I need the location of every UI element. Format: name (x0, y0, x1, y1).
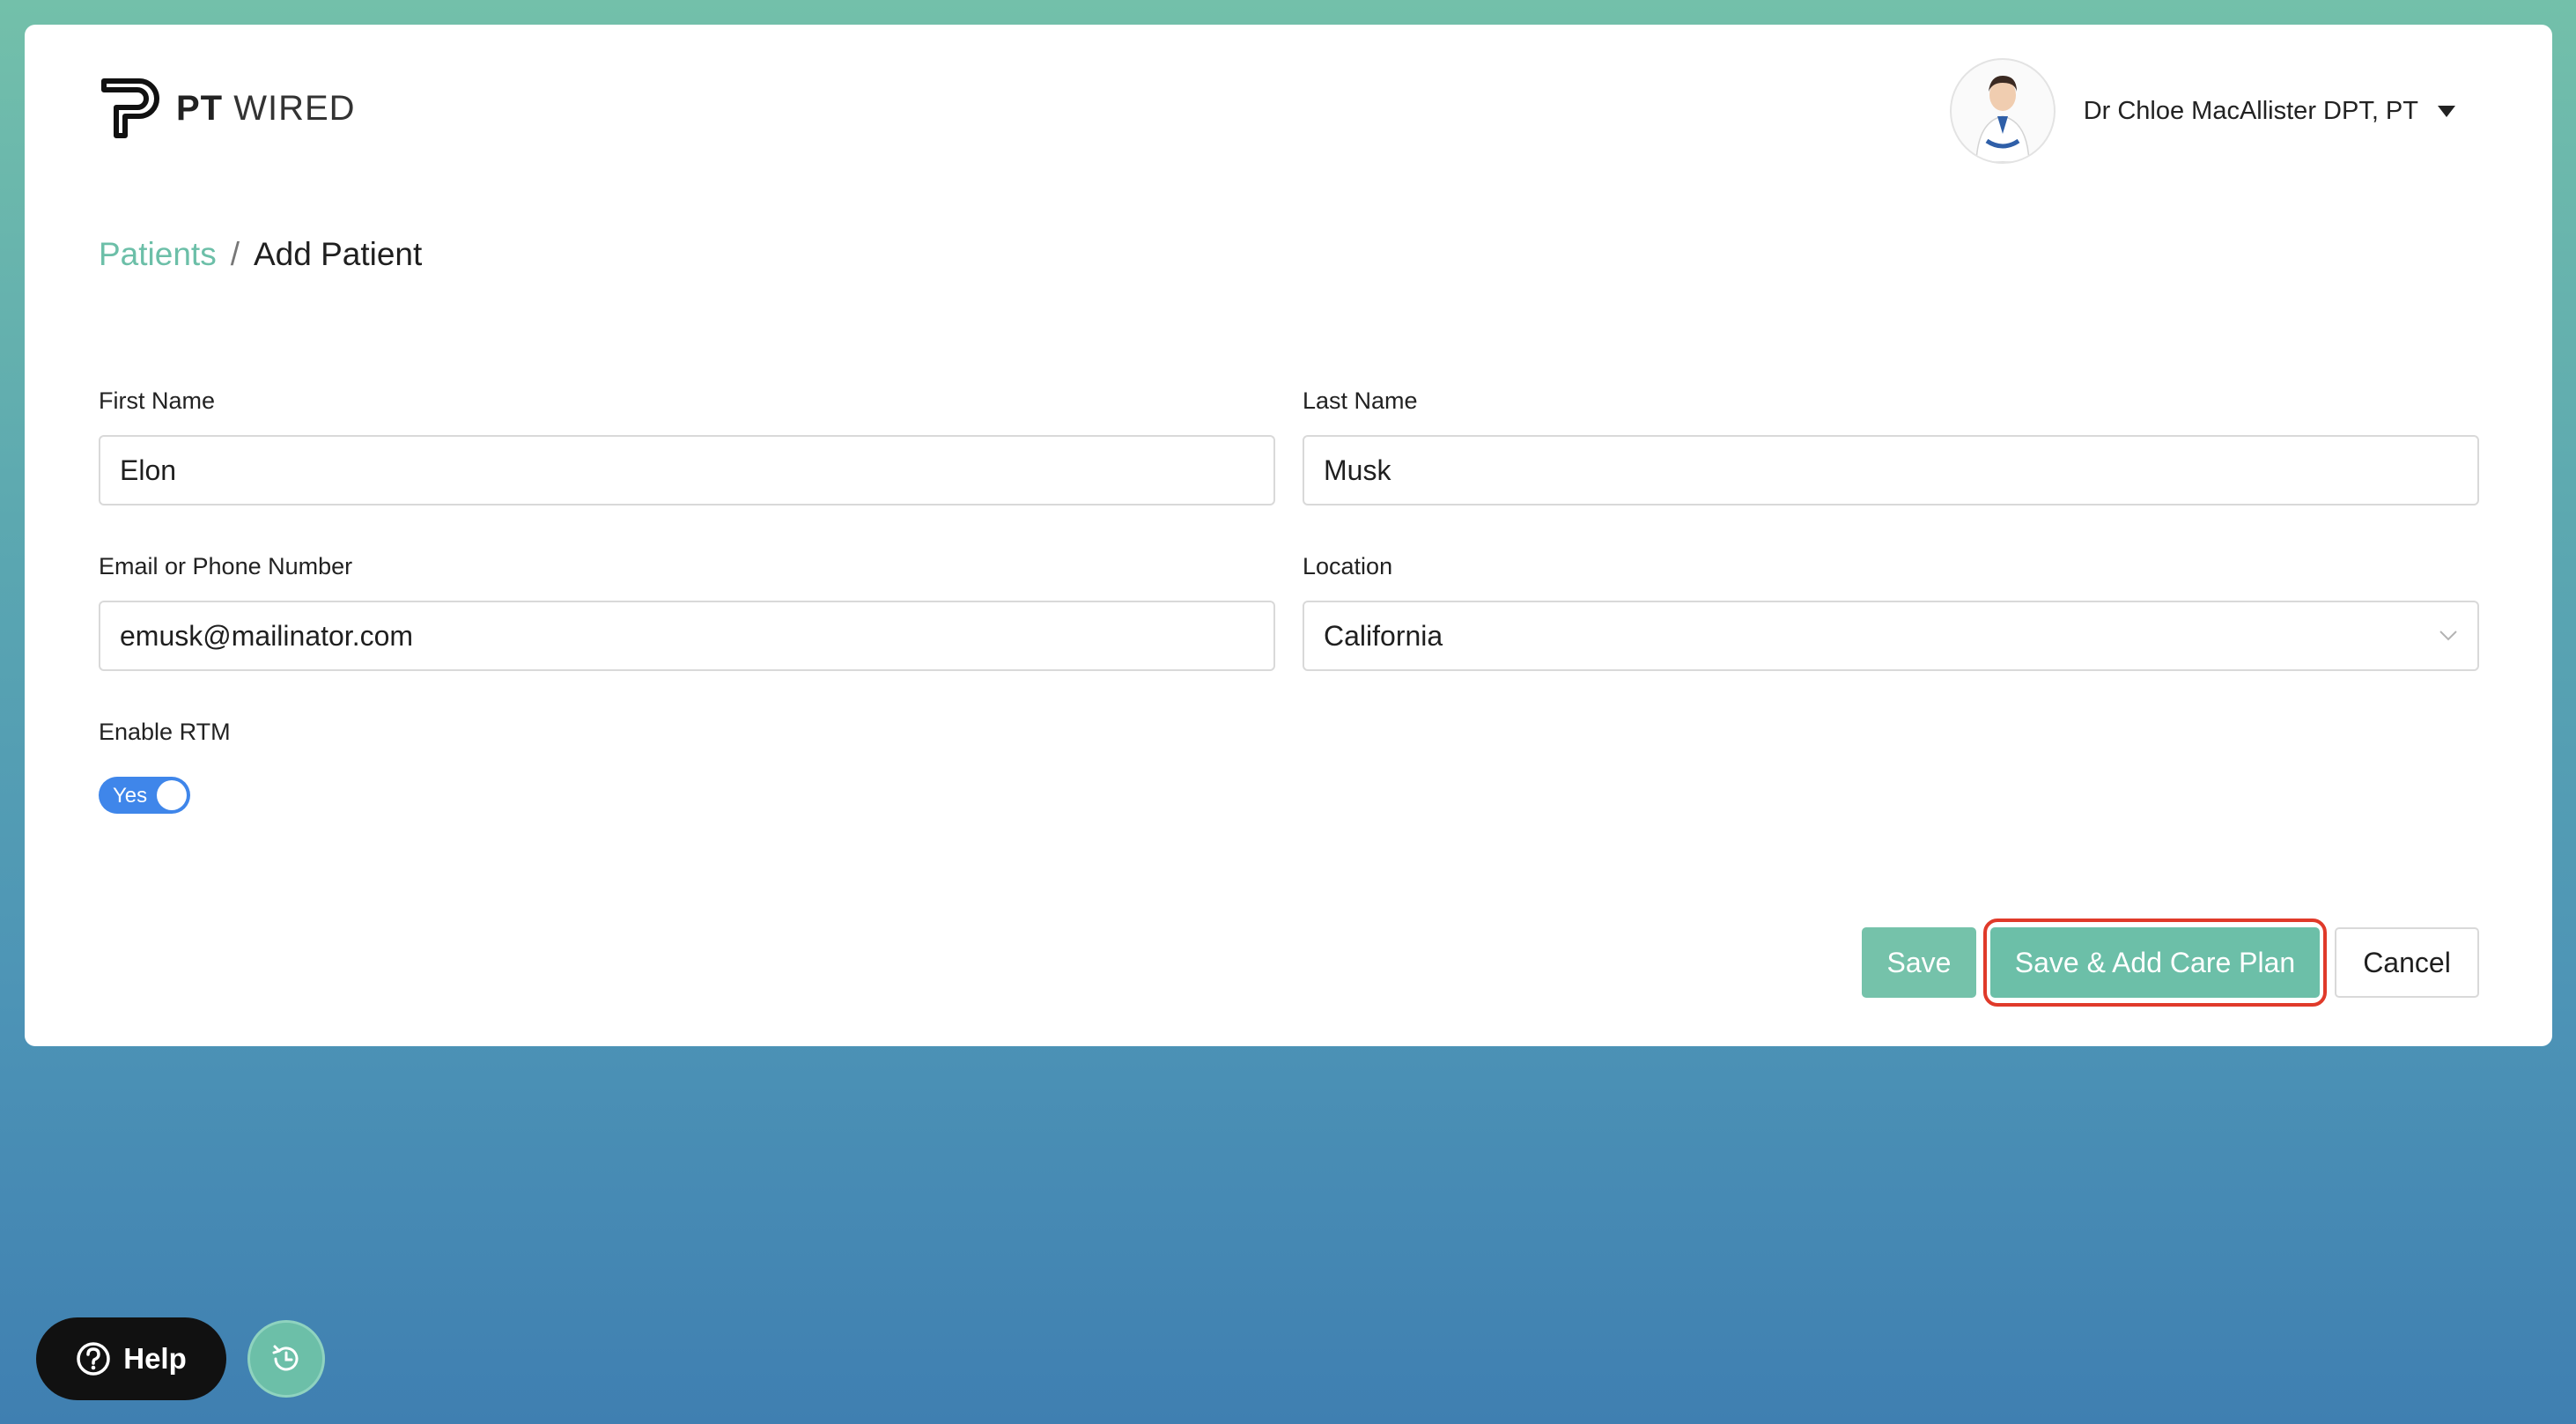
toggle-yes-label: Yes (113, 784, 148, 808)
brand-name: PT WIRED (176, 89, 356, 129)
help-label: Help (123, 1342, 187, 1375)
avatar[interactable] (1949, 58, 2056, 164)
contact-label: Email or Phone Number (99, 553, 353, 579)
breadcrumb: Patients / Add Patient (99, 236, 422, 273)
enable-rtm-toggle[interactable]: Yes (99, 777, 190, 814)
chevron-down-icon (2439, 630, 2458, 642)
user-name[interactable]: Dr Chloe MacAllister DPT, PT (2084, 97, 2418, 126)
clock-history-icon (269, 1341, 304, 1376)
question-circle-icon (76, 1341, 111, 1376)
brand-name-regular: WIRED (233, 88, 356, 128)
brand-logo[interactable]: PT WIRED (99, 76, 356, 141)
first-name-input[interactable] (99, 435, 1275, 505)
location-select[interactable]: California (1303, 601, 2479, 671)
main-card: PT WIRED Dr Chloe MacAllister DPT, PT Pa… (25, 25, 2552, 1046)
brand-name-bold: PT (176, 88, 224, 128)
location-selected-value: California (1324, 619, 1443, 652)
save-button[interactable]: Save (1862, 927, 1976, 998)
page-title: Add Patient (253, 236, 423, 272)
toggle-knob (157, 780, 187, 810)
breadcrumb-patients-link[interactable]: Patients (99, 236, 217, 273)
first-name-label: First Name (99, 387, 216, 414)
help-button[interactable]: Help (36, 1317, 226, 1400)
enable-rtm-label: Enable RTM (99, 719, 231, 745)
breadcrumb-separator: / (230, 236, 240, 272)
cancel-button[interactable]: Cancel (2335, 927, 2479, 998)
caret-down-icon[interactable] (2438, 105, 2455, 117)
save-and-add-care-plan-button[interactable]: Save & Add Care Plan (1990, 927, 2320, 998)
pt-logo-icon (99, 76, 164, 141)
last-name-input[interactable] (1303, 435, 2479, 505)
last-name-label: Last Name (1303, 387, 1418, 414)
user-menu[interactable]: Dr Chloe MacAllister DPT, PT (1949, 58, 2455, 164)
clock-history-button[interactable] (247, 1320, 325, 1398)
location-label: Location (1303, 553, 1393, 579)
email-or-phone-input[interactable] (99, 601, 1275, 671)
